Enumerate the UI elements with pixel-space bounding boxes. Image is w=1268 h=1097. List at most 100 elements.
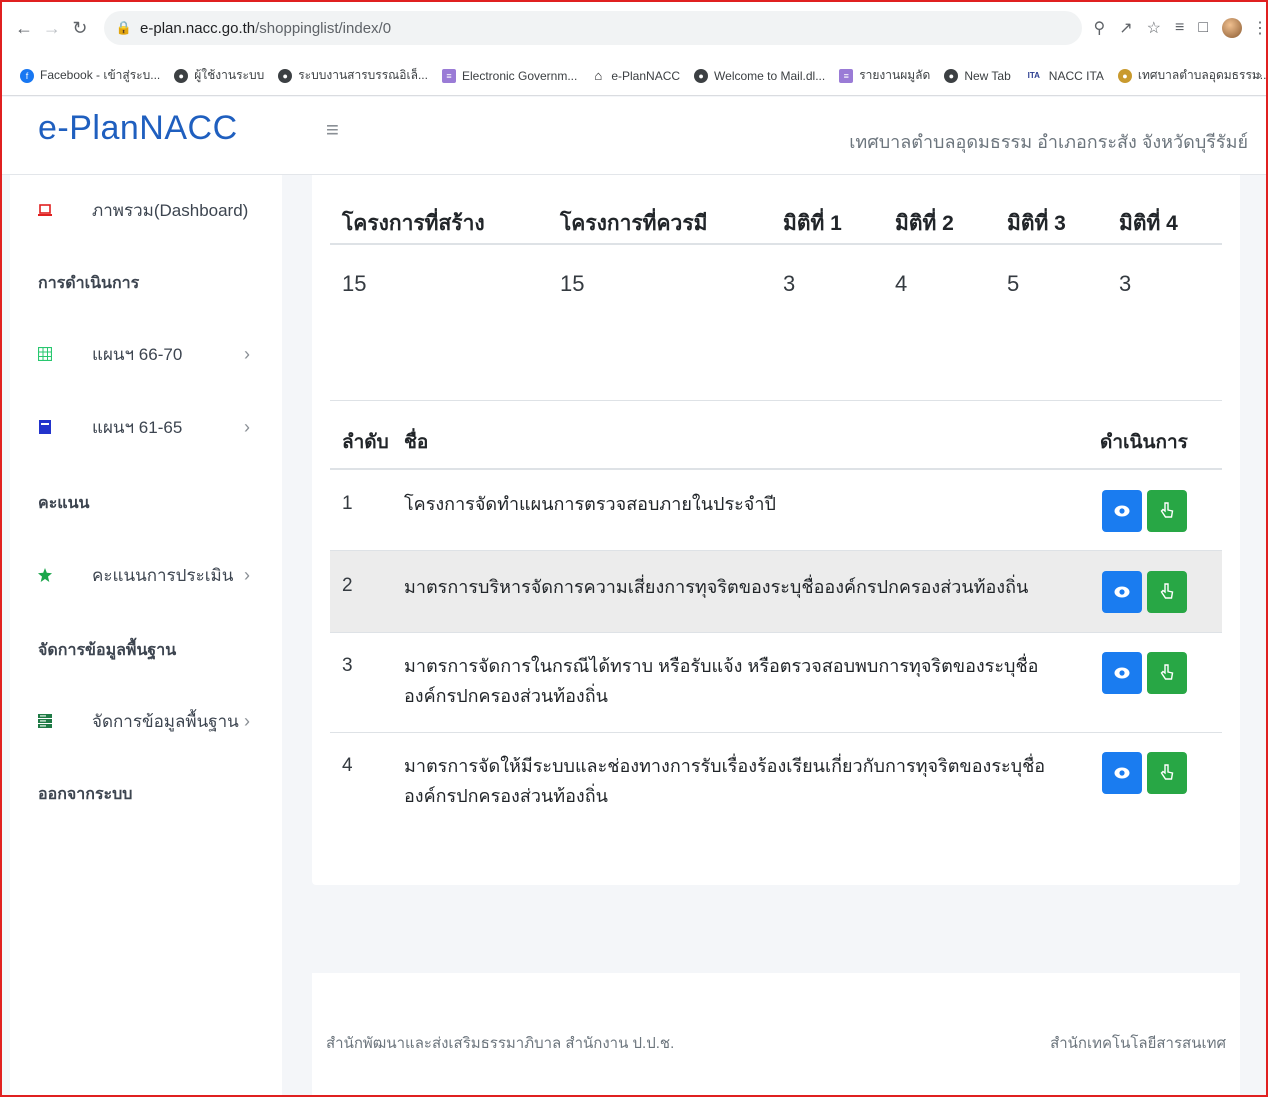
url-host: e-plan.nacc.go.th — [140, 19, 256, 37]
browser-toolbar: ← → ↻ 🔒 e-plan.nacc.go.th/shoppinglist/i… — [0, 0, 1268, 56]
sidebar-item-dashboard[interactable]: ภาพรวม(Dashboard) — [10, 185, 282, 235]
server-icon — [38, 714, 52, 728]
stats-value-dim-3: 5 — [1007, 271, 1020, 296]
row-name: มาตรการจัดให้มีระบบและช่องทางการรับเรื่อ… — [404, 756, 1046, 806]
stats-value-dim-2: 4 — [895, 271, 908, 296]
row-number: 3 — [342, 655, 353, 676]
bookmark-eplan[interactable]: ⌂ e-PlanNACC — [591, 68, 680, 83]
chevron-right-icon: › — [244, 710, 250, 731]
bookmark-mail[interactable]: ● Welcome to Mail.dl... — [694, 68, 825, 83]
hamburger-menu-icon[interactable]: ≡ — [326, 117, 339, 143]
bookmark-users[interactable]: ● ผู้ใช้งานระบบ — [174, 66, 264, 85]
stats-value-dim-1: 3 — [783, 271, 796, 296]
url-path: /shoppinglist/index/0 — [255, 19, 392, 37]
share-icon[interactable]: ↗ — [1119, 18, 1132, 38]
globe-icon: ● — [278, 68, 293, 83]
table-row: 1 โครงการจัดทำแผนการตรวจสอบภายในประจำปี — [330, 471, 1222, 551]
row-name: มาตรการบริหารจัดการความเสี่ยงการทุจริตขอ… — [404, 577, 1029, 597]
col-header-order: ลำดับ — [342, 432, 389, 453]
ega-icon: ≡ — [441, 68, 456, 83]
col-header-name: ชื่อ — [404, 432, 429, 453]
seal-icon: ● — [1117, 68, 1132, 83]
hand-pointer-icon — [1160, 764, 1174, 780]
bookmark-report[interactable]: ≡ รายงานผมูลัด — [839, 66, 930, 85]
back-arrow-icon[interactable]: ← — [12, 15, 36, 41]
eye-icon — [1114, 505, 1130, 517]
eye-icon — [1114, 767, 1130, 779]
eye-icon — [1114, 667, 1130, 679]
footer-left-text: สำนักพัฒนาและส่งเสริมธรรมาภิบาล สำนักงาน… — [326, 1035, 675, 1052]
stats-header: โครงการที่สร้าง โครงการที่ควรมี มิติที่ … — [330, 195, 1222, 245]
app-header: e-PlanNACC ≡ เทศบาลตำบลอุดมธรรม อำเภอกระ… — [0, 97, 1268, 175]
app-logo[interactable]: e-PlanNACC — [38, 109, 238, 148]
stats-value-required: 15 — [560, 271, 585, 296]
stats-header-created: โครงการที่สร้าง — [342, 212, 485, 235]
hand-pointer-icon — [1160, 502, 1174, 518]
star-icon — [38, 568, 52, 582]
sidebar-item-plan-66-70[interactable]: แผนฯ 66-70 › — [10, 329, 282, 379]
bookmark-ita[interactable]: ITA NACC ITA — [1025, 69, 1104, 83]
eye-icon — [1114, 586, 1130, 598]
profile-avatar[interactable] — [1221, 18, 1242, 38]
stats-header-required: โครงการที่ควรมี — [560, 212, 708, 235]
sidebar-heading-basic-data: จัดการข้อมูลพื้นฐาน — [38, 642, 177, 659]
sidebar: ภาพรวม(Dashboard) การดำเนินการ แผนฯ 66-7… — [10, 175, 282, 1097]
side-panel-icon[interactable]: □ — [1198, 19, 1208, 37]
action-button[interactable] — [1147, 571, 1187, 613]
page-footer: สำนักพัฒนาและส่งเสริมธรรมาภิบาล สำนักงาน… — [312, 973, 1240, 1097]
footer-right-text: สำนักเทคโนโลยีสารสนเทศ — [1050, 1035, 1226, 1052]
lock-icon: 🔒 — [115, 20, 133, 35]
bookmarks-bar: f Facebook - เข้าสู่ระบ... ● ผู้ใช้งานระ… — [0, 56, 1268, 96]
chevron-right-icon: › — [244, 416, 250, 437]
chevron-right-icon: › — [244, 343, 250, 364]
globe-icon: ● — [174, 68, 189, 83]
row-number: 1 — [342, 493, 353, 514]
stats-value-dim-4: 3 — [1119, 271, 1132, 296]
organization-name: เทศบาลตำบลอุดมธรรม อำเภอกระสัง จังหวัดบุ… — [849, 132, 1248, 152]
bookmark-newtab[interactable]: ● New Tab — [944, 68, 1011, 83]
book-icon — [39, 420, 51, 434]
hand-pointer-icon — [1160, 664, 1174, 680]
menu-dots-icon[interactable]: ⋮ — [1252, 18, 1268, 38]
ega-icon: ≡ — [839, 68, 854, 83]
action-button[interactable] — [1147, 490, 1187, 532]
stats-header-dim-4: มิติที่ 4 — [1119, 212, 1178, 235]
sidebar-item-basic-data[interactable]: จัดการข้อมูลพื้นฐาน › — [10, 696, 282, 746]
globe-icon: ● — [694, 68, 709, 83]
bookmarks-more-icon[interactable]: » — [1255, 68, 1262, 82]
forward-arrow-icon[interactable]: → — [40, 15, 64, 41]
bookmark-egov[interactable]: ≡ Electronic Governm... — [441, 68, 577, 83]
home-icon: ⌂ — [594, 68, 603, 83]
address-bar[interactable]: 🔒 e-plan.nacc.go.th/shoppinglist/index/0 — [103, 11, 1082, 45]
view-button[interactable] — [1102, 571, 1142, 613]
table-row: 4 มาตรการจัดให้มีระบบและช่องทางการรับเรื… — [330, 733, 1222, 833]
row-name: มาตรการจัดการในกรณีได้ทราบ หรือรับแจ้ง ห… — [404, 656, 1039, 706]
stats-header-dim-3: มิติที่ 3 — [1007, 212, 1066, 235]
row-number: 2 — [342, 575, 353, 596]
sidebar-logout[interactable]: ออกจากระบบ — [38, 782, 132, 807]
action-button[interactable] — [1147, 752, 1187, 794]
bookmark-saraban[interactable]: ● ระบบงานสารบรรณอิเล็... — [278, 66, 428, 85]
laptop-icon — [38, 204, 52, 216]
bookmark-facebook[interactable]: f Facebook - เข้าสู่ระบ... — [20, 66, 160, 85]
reload-icon[interactable]: ↻ — [68, 15, 92, 41]
stats-header-dim-1: มิติที่ 1 — [783, 212, 842, 235]
stats-values: 15 15 3 4 5 3 — [330, 265, 1222, 305]
view-button[interactable] — [1102, 652, 1142, 694]
ita-icon: ITA — [1027, 71, 1040, 80]
table-row: 3 มาตรการจัดการในกรณีได้ทราบ หรือรับแจ้ง… — [330, 633, 1222, 733]
table-icon — [38, 347, 52, 361]
sidebar-item-score-eval[interactable]: คะแนนการประเมิน › — [10, 550, 282, 600]
star-icon[interactable]: ☆ — [1147, 18, 1161, 38]
view-button[interactable] — [1102, 490, 1142, 532]
projects-table-header: ลำดับ ชื่อ ดำเนินการ — [330, 400, 1222, 470]
sidebar-heading-operations: การดำเนินการ — [38, 275, 140, 292]
sidebar-item-plan-61-65[interactable]: แผนฯ 61-65 › — [10, 402, 282, 452]
action-button[interactable] — [1147, 652, 1187, 694]
zoom-icon[interactable]: ⚲ — [1094, 18, 1106, 38]
table-row: 2 มาตรการบริหารจัดการความเสี่ยงการทุจริต… — [330, 551, 1222, 633]
view-button[interactable] — [1102, 752, 1142, 794]
bookmark-municipality[interactable]: ● เทศบาลตำบลอุดมธรรม... — [1117, 66, 1268, 85]
globe-icon: ● — [944, 68, 959, 83]
reading-list-icon[interactable]: ≡ — [1175, 19, 1184, 37]
